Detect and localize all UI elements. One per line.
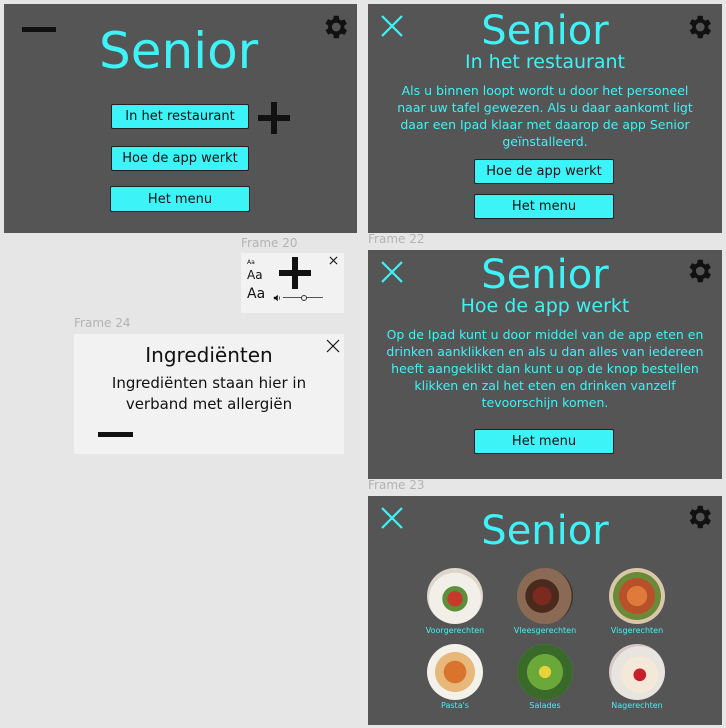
restaurant-button[interactable]: In het restaurant [111, 104, 249, 129]
category-label[interactable]: Vleesgerechten [500, 626, 590, 635]
gear-icon[interactable] [320, 12, 350, 42]
speaker-icon [273, 294, 280, 302]
menu-button[interactable]: Het menu [474, 194, 614, 219]
category-label[interactable]: Visgerechten [592, 626, 682, 635]
menu-button[interactable]: Het menu [474, 429, 614, 454]
home-frame: Senior In het restaurant Hoe de app werk… [4, 4, 357, 233]
how-app-works-button[interactable]: Hoe de app werkt [474, 159, 614, 184]
app-description: Op de Ipad kunt u door middel van de app… [386, 327, 704, 410]
pastas-image[interactable] [427, 644, 483, 700]
app-title: Senior [99, 22, 259, 80]
menu-button[interactable]: Het menu [110, 186, 250, 212]
restaurant-description: Als u binnen loopt wordt u door het pers… [397, 83, 693, 149]
volume-slider-thumb[interactable] [301, 295, 307, 301]
frame-label: Frame 23 [368, 478, 425, 492]
section-subtitle: Hoe de app werkt [460, 295, 630, 317]
app-title: Senior [481, 252, 609, 298]
app-title: Senior [481, 508, 609, 554]
category-label[interactable]: Pasta's [410, 701, 500, 710]
visgerechten-image[interactable] [609, 568, 665, 624]
category-label[interactable]: Salades [500, 701, 590, 710]
ingredients-description: Ingrediënten staan hier in verband met a… [111, 374, 307, 413]
text-size-small[interactable]: Aa [247, 259, 255, 266]
vleesgerechten-image[interactable] [517, 568, 573, 624]
voorgerechten-image[interactable] [427, 568, 483, 624]
salades-image[interactable] [517, 644, 573, 700]
volume-slider[interactable] [283, 295, 323, 301]
frame-label: Frame 20 [241, 236, 298, 250]
plus-icon[interactable] [277, 255, 313, 291]
category-label[interactable]: Nagerechten [592, 701, 682, 710]
close-icon[interactable] [329, 256, 338, 265]
how-app-works-button[interactable]: Hoe de app werkt [111, 146, 249, 171]
section-subtitle: In het restaurant [465, 51, 625, 73]
category-label[interactable]: Voorgerechten [410, 626, 500, 635]
plus-icon[interactable] [256, 100, 292, 136]
minus-icon[interactable] [98, 432, 133, 437]
ingredients-title: Ingrediënten [145, 343, 273, 367]
minus-icon[interactable] [22, 27, 56, 32]
frame-label: Frame 24 [74, 316, 131, 330]
text-size-medium[interactable]: Aa [247, 268, 263, 282]
menu-frame: Senior Voorgerechten Vleesgerechten Visg… [368, 496, 722, 725]
restaurant-frame: Senior In het restaurant Als u binnen lo… [368, 4, 722, 233]
app-title: Senior [481, 8, 609, 54]
ingredients-panel: Ingrediënten Ingrediënten staan hier in … [74, 334, 344, 454]
frame-label: Frame 22 [368, 232, 425, 246]
how-app-works-frame: Senior Hoe de app werkt Op de Ipad kunt … [368, 250, 722, 479]
accessibility-panel: Aa Aa Aa [241, 253, 344, 313]
nagerechten-image[interactable] [609, 644, 665, 700]
text-size-large[interactable]: Aa [247, 286, 265, 302]
close-icon[interactable] [325, 338, 341, 354]
